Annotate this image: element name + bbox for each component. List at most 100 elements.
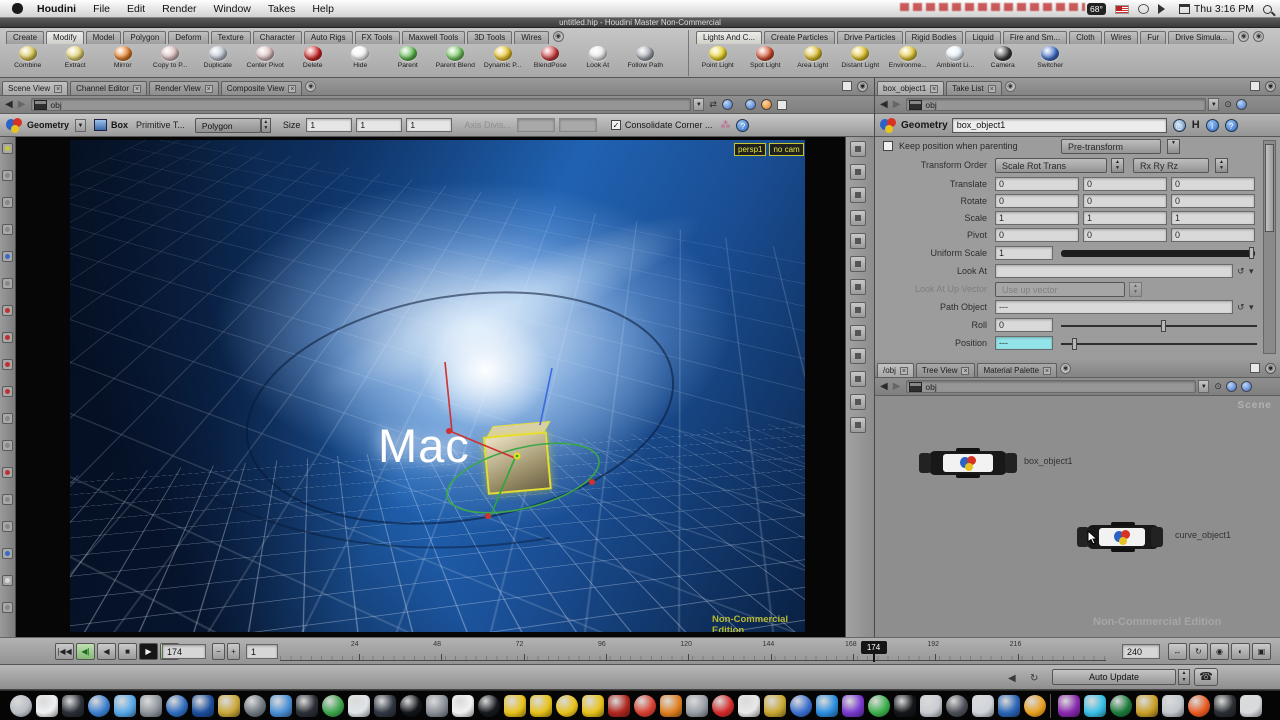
shelf-tool-environme[interactable]: Environme... (884, 44, 932, 78)
close-tab-icon[interactable]: × (133, 85, 141, 93)
tab-box-object1[interactable]: box_object1× (877, 81, 944, 95)
dock-app-icon-34[interactable] (894, 695, 916, 717)
tab-take-list[interactable]: Take List× (946, 81, 1002, 95)
shelf-tab-model[interactable]: Model (86, 31, 122, 44)
shelf-tool-blendpose[interactable]: BlendPose (527, 44, 575, 78)
viewport-option-icon-1[interactable] (850, 164, 866, 180)
dock-app-icon-0[interactable] (10, 695, 32, 717)
new-tab-icon[interactable]: ◉ (305, 81, 316, 92)
playhead[interactable]: 174 (861, 641, 887, 654)
close-tab-icon[interactable]: × (54, 85, 62, 93)
shelf-tab-auto-rigs[interactable]: Auto Rigs (304, 31, 353, 44)
node-name-field[interactable] (952, 118, 1167, 133)
play-reverse-button[interactable]: ◀ (97, 643, 116, 660)
dock-app-icon-23[interactable] (608, 695, 630, 717)
shelf-tool-copy-to-p[interactable]: Copy to P... (147, 44, 195, 78)
close-tab-icon[interactable]: × (988, 85, 996, 93)
viewport-option-icon-9[interactable] (850, 348, 866, 364)
pivot-z-field[interactable]: 0 (1171, 228, 1255, 242)
pin-pane-icon[interactable]: ⊙ (1224, 99, 1232, 110)
rotate-order-dropdown[interactable]: Rx Ry Rz (1133, 158, 1209, 173)
scene-viewport[interactable]: Mac persp1 no cam Non-Commercial Edition (16, 137, 845, 637)
volume-icon[interactable] (1158, 4, 1170, 14)
viewport-layout-icon[interactable] (745, 99, 756, 110)
scrollbar-thumb[interactable] (1265, 144, 1274, 232)
shelf-tool-spot-light[interactable]: Spot Light (742, 44, 790, 78)
playbar-option-icon-0[interactable]: ↔ (1168, 643, 1187, 660)
dock-app-icon-9[interactable] (244, 695, 266, 717)
viewport-option-icon-5[interactable] (850, 256, 866, 272)
shelf-tab-create-particles[interactable]: Create Particles (764, 31, 835, 44)
dock-app-icon-44[interactable] (1162, 695, 1184, 717)
viewport-option-icon-0[interactable] (850, 141, 866, 157)
tool-icon-7[interactable] (2, 332, 13, 343)
dock-app-icon-1[interactable] (36, 695, 58, 717)
uniform-scale-slider[interactable] (1061, 250, 1255, 257)
ghost-objects-icon[interactable] (722, 99, 733, 110)
back-icon[interactable]: ◀ (5, 99, 13, 110)
scale-y-field[interactable]: 1 (1083, 211, 1167, 225)
dock-app-icon-20[interactable] (530, 695, 552, 717)
shelf-tab-drive-simula[interactable]: Drive Simula... (1168, 31, 1234, 44)
tool-icon-5[interactable] (2, 278, 13, 289)
slider-handle[interactable] (1072, 338, 1077, 350)
shelf-tool-point-light[interactable]: Point Light (694, 44, 742, 78)
maximize-pane-icon[interactable] (1250, 363, 1260, 373)
param-scrollbar[interactable] (1263, 140, 1276, 354)
network-editor[interactable]: Scene box_object1 curve_object1 Non-Comm… (875, 396, 1280, 637)
shelf-tool-area-light[interactable]: Area Light (789, 44, 837, 78)
shelf-tool-switcher[interactable]: Switcher (1027, 44, 1075, 78)
tab-render-view[interactable]: Render View× (149, 81, 219, 95)
tool-icon-15[interactable] (2, 548, 13, 559)
revert-icon[interactable]: ↺ (1237, 302, 1245, 313)
tab-scene-view[interactable]: Scene View× (2, 81, 68, 95)
shelf-menu-icon[interactable]: ◉ (1253, 31, 1264, 42)
dock-app-icon-40[interactable] (1058, 695, 1080, 717)
dock-app-icon-10[interactable] (270, 695, 292, 717)
menu-help[interactable]: Help (312, 3, 334, 15)
input-language-flag-icon[interactable] (1115, 5, 1129, 14)
recook-icon[interactable]: ↻ (1030, 673, 1038, 684)
viewport-option-icon-6[interactable] (850, 279, 866, 295)
tab-channel-editor[interactable]: Channel Editor× (70, 81, 147, 95)
dock-app-icon-15[interactable] (400, 695, 422, 717)
shelf-tab-wires[interactable]: Wires (1104, 31, 1138, 44)
help-icon[interactable]: ? (736, 119, 749, 132)
zoom-out-icon[interactable] (1241, 381, 1252, 392)
dock-app-icon-2[interactable] (62, 695, 84, 717)
slider-handle[interactable] (1161, 320, 1166, 332)
camera-label[interactable]: persp1 (734, 143, 766, 156)
shelf-tool-mirror[interactable]: Mirror (99, 44, 147, 78)
start-frame-field[interactable] (246, 644, 278, 659)
dock-app-icon-14[interactable] (374, 695, 396, 717)
pretransform-dropdown[interactable]: Pre-transform (1061, 139, 1161, 154)
shelf-menu-icon[interactable]: ◉ (553, 31, 564, 42)
shelf-tab-character[interactable]: Character (253, 31, 302, 44)
close-tab-icon[interactable]: × (205, 85, 213, 93)
new-tab-icon[interactable]: ◉ (1005, 81, 1016, 92)
shelf-tool-delete[interactable]: Delete (289, 44, 337, 78)
close-tab-icon[interactable]: × (961, 367, 969, 375)
node-flag-left[interactable] (919, 453, 931, 473)
menu-render[interactable]: Render (162, 3, 196, 15)
dock-app-icon-22[interactable] (582, 695, 604, 717)
forward-icon[interactable]: ▶ (18, 99, 26, 110)
help-icon[interactable]: ? (1225, 119, 1238, 132)
shelf-tool-distant-light[interactable]: Distant Light (837, 44, 885, 78)
update-mode-dropdown[interactable]: Auto Update (1052, 669, 1176, 685)
shelf-tab-3d-tools[interactable]: 3D Tools (467, 31, 512, 44)
dock-app-icon-11[interactable] (296, 695, 318, 717)
consolidate-checkbox[interactable]: ✓ (611, 120, 621, 130)
uniform-scale-field[interactable]: 1 (995, 246, 1053, 260)
update-mode-spinner[interactable]: ▲▼ (1178, 669, 1190, 685)
size-x-field[interactable] (306, 118, 352, 132)
spotlight-search-icon[interactable] (1263, 5, 1272, 14)
apple-logo-icon[interactable] (12, 3, 23, 14)
playbar-option-icon-1[interactable]: ↻ (1189, 643, 1208, 660)
shelf-tab-fire-and-sm[interactable]: Fire and Sm... (1003, 31, 1067, 44)
dock-app-icon-6[interactable] (166, 695, 188, 717)
tool-icon-2[interactable] (2, 197, 13, 208)
op-chooser-icon[interactable]: ▾ (1249, 302, 1254, 313)
size-y-field[interactable] (356, 118, 402, 132)
tool-icon-6[interactable] (2, 305, 13, 316)
